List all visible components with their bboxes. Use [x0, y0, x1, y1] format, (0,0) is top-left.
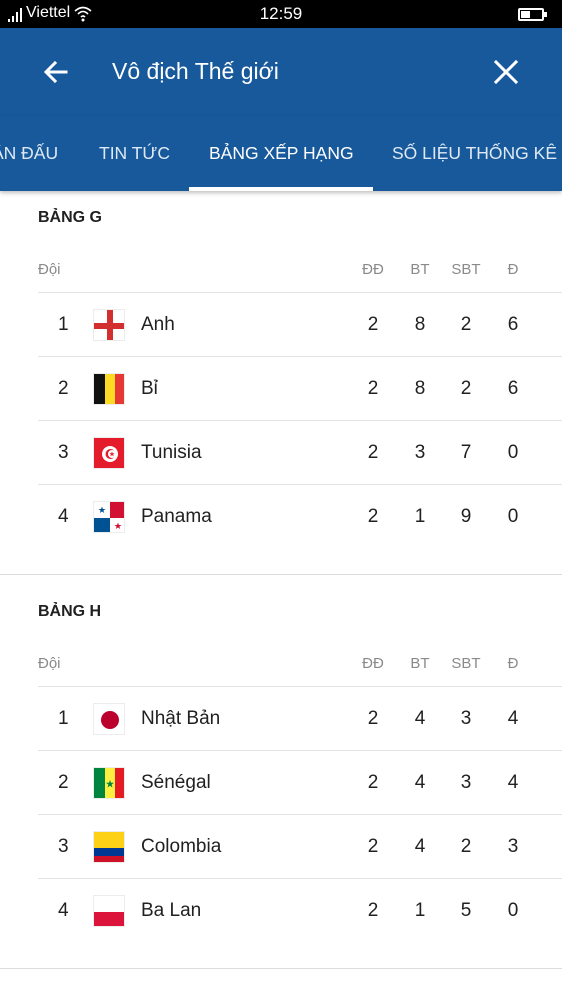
- played: 2: [367, 772, 379, 793]
- table-row[interactable]: 4 Ba Lan 2 1 5 0: [38, 879, 562, 943]
- group-title: BẢNG H: [38, 603, 102, 620]
- goals-for: 1: [414, 900, 426, 921]
- back-button[interactable]: [36, 52, 76, 92]
- table-row[interactable]: 1 Nhật Bản 2 4 3 4: [38, 687, 562, 751]
- japan-flag-icon: [93, 703, 125, 735]
- goals-against: 2: [460, 378, 472, 399]
- tunisia-flag-icon: [93, 437, 125, 469]
- team-name: Tunisia: [141, 442, 202, 463]
- colombia-flag-icon: [93, 831, 125, 863]
- group-title: BẢNG G: [38, 209, 102, 226]
- table-row[interactable]: 2 Sénégal 2 4 3 4: [38, 751, 562, 815]
- goals-against: 3: [460, 708, 472, 729]
- col-played: ĐĐ: [362, 261, 384, 278]
- goals-for: 4: [414, 836, 426, 857]
- goals-against: 9: [460, 506, 472, 527]
- goals-for: 4: [414, 708, 426, 729]
- team-name: Nhật Bản: [141, 708, 221, 729]
- table-row[interactable]: 4 Panama 2 1 9 0: [38, 485, 562, 549]
- team-name: Panama: [141, 506, 212, 527]
- col-goals-for: BT: [410, 261, 430, 278]
- col-points: Đ: [507, 655, 519, 672]
- goals-for: 4: [414, 772, 426, 793]
- played: 2: [367, 442, 379, 463]
- goals-against: 3: [460, 772, 472, 793]
- played: 2: [367, 378, 379, 399]
- england-flag-icon: [93, 309, 125, 341]
- goals-against: 2: [460, 836, 472, 857]
- played: 2: [367, 900, 379, 921]
- points: 6: [507, 378, 519, 399]
- played: 2: [367, 708, 379, 729]
- belgium-flag-icon: [93, 373, 125, 405]
- team-name: Ba Lan: [141, 900, 202, 921]
- active-tab-indicator: [189, 187, 373, 191]
- goals-for: 8: [414, 314, 426, 335]
- section-divider: [0, 968, 562, 969]
- points: 0: [507, 506, 519, 527]
- app-bar: Vô địch Thế giới: [0, 28, 562, 116]
- goals-for: 3: [414, 442, 426, 463]
- table-row[interactable]: 1 Anh 2 8 2 6: [38, 293, 562, 357]
- col-played: ĐĐ: [362, 655, 384, 672]
- tab-statistics[interactable]: SỐ LIỆU THỐNG KÊ: [392, 116, 557, 191]
- team-name: Anh: [141, 314, 175, 335]
- table-row[interactable]: 2 Bỉ 2 8 2 6: [38, 357, 562, 421]
- col-team: Đội: [38, 261, 61, 278]
- close-button[interactable]: [486, 52, 526, 92]
- played: 2: [367, 836, 379, 857]
- goals-against: 2: [460, 314, 472, 335]
- col-goals-against: SBT: [451, 655, 481, 672]
- table-row[interactable]: 3 Tunisia 2 3 7 0: [38, 421, 562, 485]
- points: 0: [507, 900, 519, 921]
- table-row[interactable]: 3 Colombia 2 4 2 3: [38, 815, 562, 879]
- col-goals-against: SBT: [451, 261, 481, 278]
- goals-against: 7: [460, 442, 472, 463]
- played: 2: [367, 314, 379, 335]
- status-time: 12:59: [259, 4, 303, 23]
- tab-news[interactable]: TIN TỨC: [99, 116, 170, 191]
- arrow-left-icon: [43, 60, 68, 84]
- close-icon: [493, 59, 519, 85]
- points: 0: [507, 442, 519, 463]
- tab-matches[interactable]: ẬN ĐẤU: [0, 116, 58, 191]
- goals-against: 5: [460, 900, 472, 921]
- team-name: Bỉ: [141, 378, 158, 399]
- col-team: Đội: [38, 655, 61, 672]
- status-bar: Viettel 12:59: [0, 0, 562, 28]
- points: 3: [507, 836, 519, 857]
- points: 6: [507, 314, 519, 335]
- points: 4: [507, 708, 519, 729]
- tab-bar: ẬN ĐẤU TIN TỨC BẢNG XẾP HẠNG SỐ LIỆU THỐ…: [0, 116, 562, 191]
- tab-standings[interactable]: BẢNG XẾP HẠNG: [209, 116, 354, 191]
- section-divider: [0, 574, 562, 575]
- points: 4: [507, 772, 519, 793]
- col-goals-for: BT: [410, 655, 430, 672]
- battery-icon: [518, 8, 547, 21]
- page-title: Vô địch Thế giới: [112, 58, 279, 84]
- panama-flag-icon: [93, 501, 125, 533]
- goals-for: 1: [414, 506, 426, 527]
- played: 2: [367, 506, 379, 527]
- poland-flag-icon: [93, 895, 125, 927]
- team-name: Colombia: [141, 836, 222, 857]
- goals-for: 8: [414, 378, 426, 399]
- team-name: Sénégal: [141, 772, 211, 793]
- senegal-flag-icon: [93, 767, 125, 799]
- col-points: Đ: [507, 261, 519, 278]
